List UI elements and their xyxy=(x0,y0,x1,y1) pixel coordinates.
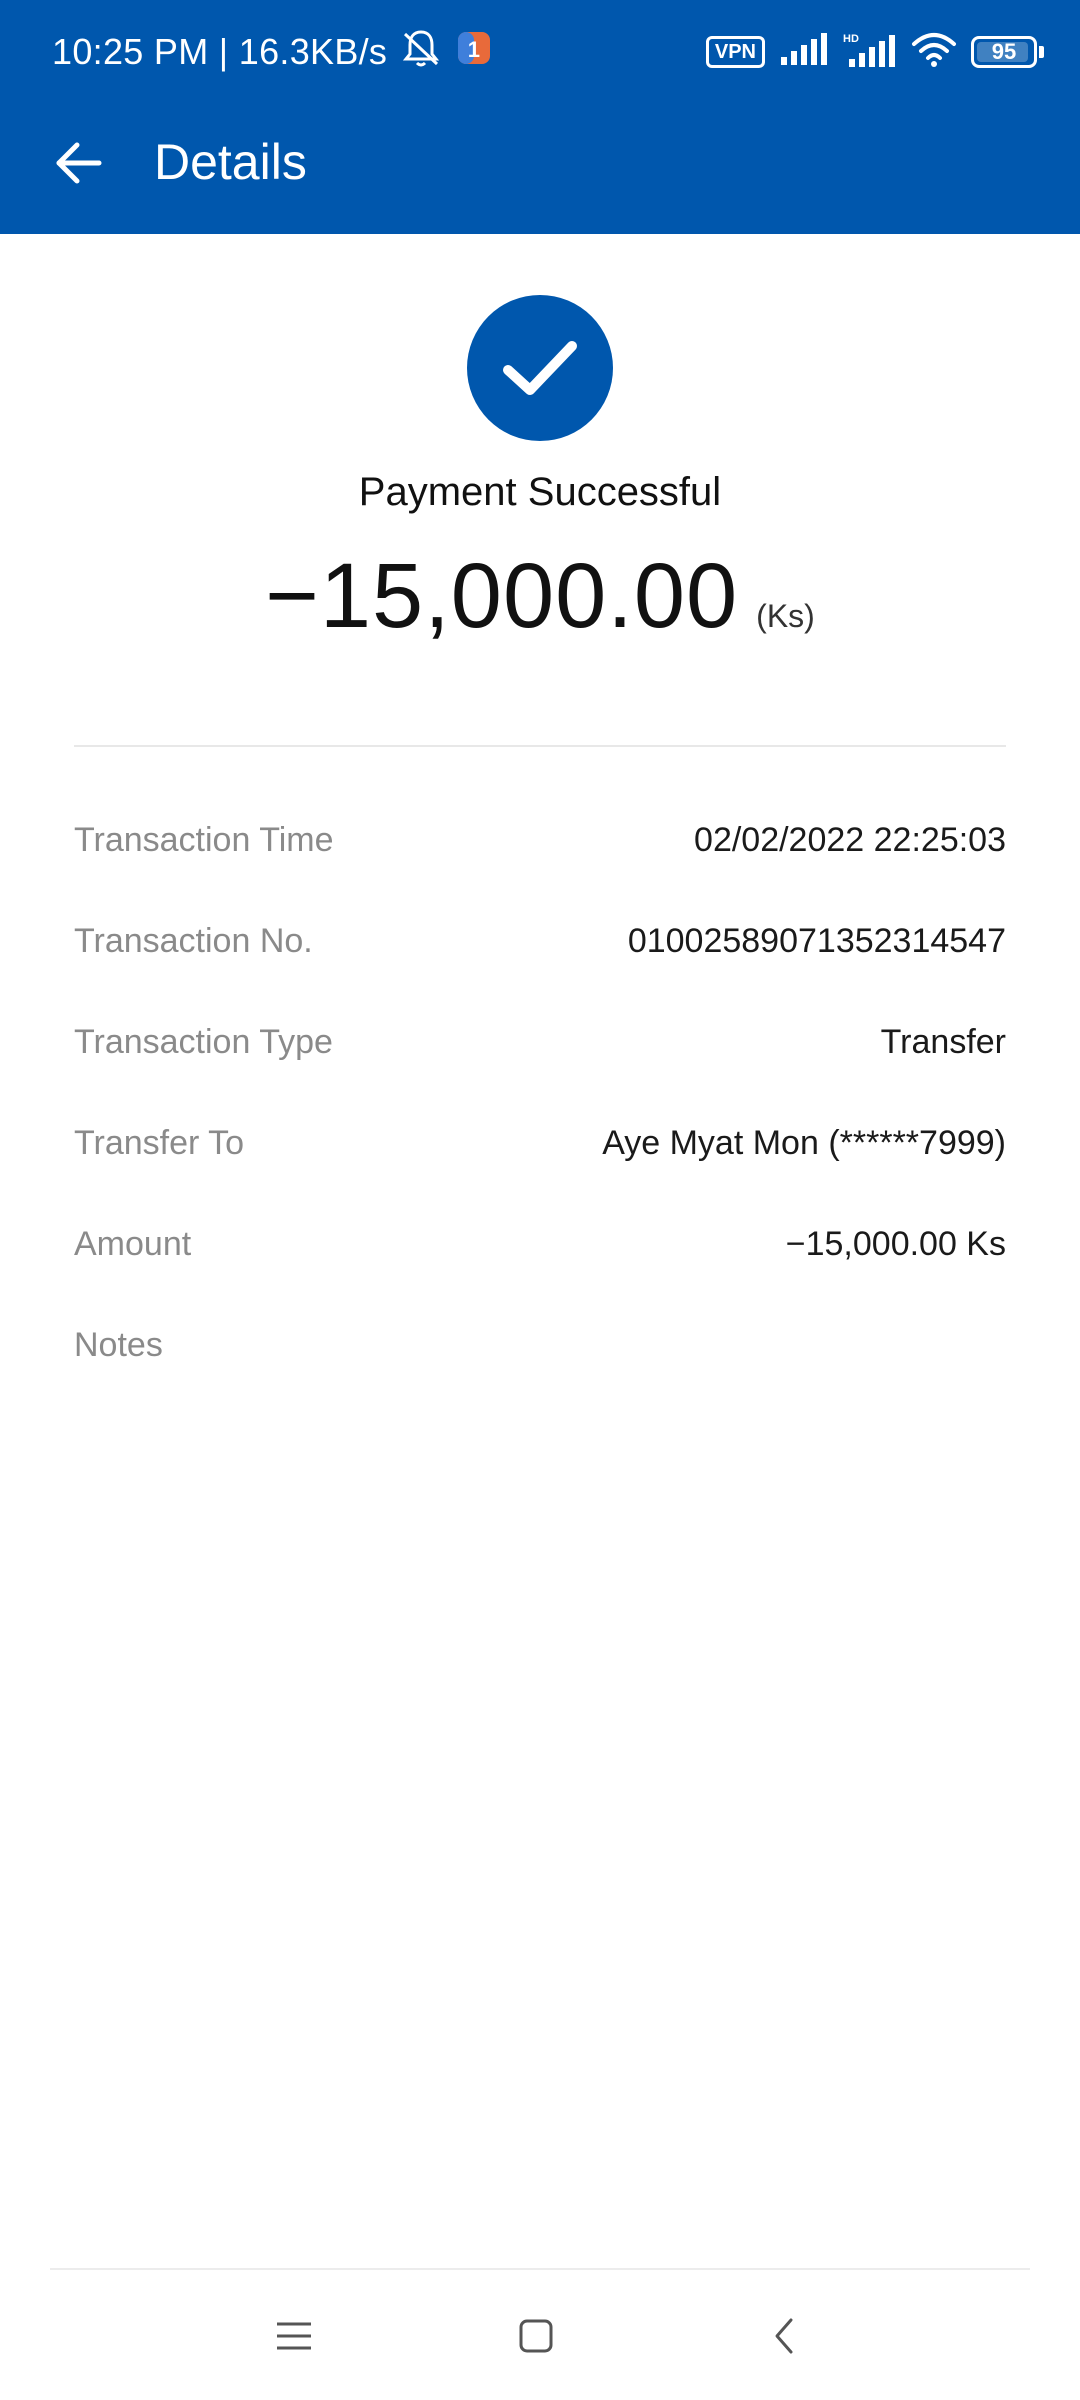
navigation-bar xyxy=(0,2270,1080,2400)
detail-row-transfer-to: Transfer To Aye Myat Mon (******7999) xyxy=(74,1093,1006,1194)
detail-label: Transaction No. xyxy=(74,922,313,960)
detail-value: Aye Myat Mon (******7999) xyxy=(602,1124,1006,1162)
app-notification-icon: 1 xyxy=(455,29,493,76)
detail-label: Notes xyxy=(74,1326,163,1364)
wifi-icon xyxy=(911,32,957,73)
detail-label: Amount xyxy=(74,1225,192,1263)
detail-value: Transfer xyxy=(880,1023,1006,1061)
success-badge xyxy=(467,295,613,441)
back-button[interactable] xyxy=(44,128,114,198)
bell-muted-icon xyxy=(399,26,443,79)
header: 10:25 PM | 16.3KB/s 1 VPN HD 95 Details xyxy=(0,0,1080,234)
status-time-speed: 10:25 PM | 16.3KB/s xyxy=(52,31,388,72)
menu-icon xyxy=(277,2322,311,2350)
detail-row-amount: Amount −15,000.00 Ks xyxy=(74,1194,1006,1295)
vpn-badge: VPN xyxy=(705,36,765,68)
nav-back-button[interactable] xyxy=(754,2306,814,2366)
detail-row-transaction-time: Transaction Time 02/02/2022 22:25:03 xyxy=(74,790,1006,891)
check-icon xyxy=(503,341,577,395)
amount-value: −15,000.00 xyxy=(265,545,739,647)
battery-indicator: 95 xyxy=(971,36,1037,68)
chevron-left-icon xyxy=(775,2318,793,2354)
status-bar: 10:25 PM | 16.3KB/s 1 VPN HD 95 xyxy=(0,0,1080,104)
signal-icon xyxy=(779,32,829,72)
battery-tip xyxy=(1039,46,1044,58)
payment-status: Payment Successful xyxy=(358,470,722,514)
app-bar: Details xyxy=(0,104,1080,234)
detail-row-notes: Notes xyxy=(74,1295,1006,1396)
detail-value: −15,000.00 Ks xyxy=(785,1225,1006,1263)
detail-label: Transfer To xyxy=(74,1124,245,1162)
detail-label: Transaction Type xyxy=(74,1023,333,1061)
status-left: 10:25 PM | 16.3KB/s 1 xyxy=(52,26,493,78)
svg-text:HD: HD xyxy=(843,33,859,45)
svg-text:1: 1 xyxy=(468,37,481,62)
battery-level: 95 xyxy=(991,39,1017,64)
details-list: Transaction Time 02/02/2022 22:25:03 Tra… xyxy=(74,790,1006,1396)
amount-unit: (Ks) xyxy=(756,598,815,634)
signal-hd-icon: HD xyxy=(843,31,897,74)
page-title: Details xyxy=(154,134,307,190)
status-right: VPN HD 95 xyxy=(705,24,1044,80)
detail-value[interactable]: 01002589071352314547 xyxy=(628,922,1006,961)
detail-row-transaction-type: Transaction Type Transfer xyxy=(74,992,1006,1093)
detail-row-transaction-no: Transaction No. 01002589071352314547 xyxy=(74,891,1006,992)
home-square-icon xyxy=(519,2319,553,2353)
detail-value: 02/02/2022 22:25:03 xyxy=(694,821,1006,859)
nav-home-button[interactable] xyxy=(506,2306,566,2366)
detail-label: Transaction Time xyxy=(74,821,334,859)
divider xyxy=(74,745,1006,747)
arrow-left-icon xyxy=(56,142,102,184)
nav-menu-button[interactable] xyxy=(264,2306,324,2366)
amount-line: −15,000.00 (Ks) xyxy=(0,544,1080,649)
